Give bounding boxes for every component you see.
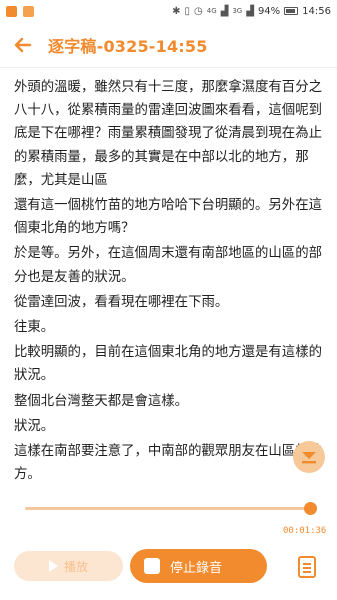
signal-bars-icon: ▟ xyxy=(220,5,229,17)
progress-track[interactable] xyxy=(25,507,310,510)
transcript-paragraph: 狀況。 xyxy=(14,418,55,434)
transcript-paragraph: 外頭的溫暖，雖然只有十三度，那麼拿濕度有百分之八十八，從累積雨量的雷達回波圖來看… xyxy=(14,80,322,188)
notification-orange-icon xyxy=(6,5,17,17)
scroll-down-button[interactable] xyxy=(293,441,325,473)
battery-percent: 94% xyxy=(257,5,281,17)
status-bar-left xyxy=(6,5,34,17)
alarm-icon: ◷ xyxy=(194,5,203,17)
status-bar-right: ✱ ▯ ◷ 4G ▟ 3G ▟ 94% 14:56 xyxy=(172,6,331,17)
4g-signal-icon: 4G xyxy=(206,7,217,15)
3g-signal-icon: 3G xyxy=(232,7,243,15)
elapsed-time: 00:01:36 xyxy=(283,526,327,536)
transcript-paragraph: 從雷達回波，看看現在哪裡在下雨。 xyxy=(14,294,229,310)
progress-thumb[interactable] xyxy=(303,502,317,515)
clock: 14:56 xyxy=(302,5,331,17)
transcript-text[interactable]: 外頭的溫暖，雖然只有十三度，那麼拿濕度有百分之八十八，從累積雨量的雷達回波圖來看… xyxy=(14,76,326,488)
document-icon[interactable] xyxy=(298,556,316,578)
play-button[interactable]: 播放 xyxy=(14,551,123,581)
vibrate-icon: ▯ xyxy=(184,5,191,17)
battery-icon xyxy=(284,7,299,15)
stop-recording-label: 停止錄音 xyxy=(170,560,223,576)
transcript-paragraph: 整個北台灣整天都是會這樣。 xyxy=(14,393,189,409)
play-button-label: 播放 xyxy=(63,559,88,574)
player-panel: 00:01:36 播放 停止錄音 xyxy=(0,488,337,600)
transcript-paragraph: 往東。 xyxy=(14,320,55,336)
bluetooth-icon: ✱ xyxy=(172,5,181,17)
stop-recording-button[interactable]: 停止錄音 xyxy=(130,549,267,583)
play-icon xyxy=(48,560,58,572)
back-arrow-icon[interactable] xyxy=(12,34,34,56)
stop-icon xyxy=(144,558,160,574)
signal-bars-2-icon: ▟ xyxy=(246,5,254,17)
transcript-paragraph: 還有這一個桃竹苗的地方哈哈下台明顯的。另外在這個東北角的地方嗎？ xyxy=(14,198,322,237)
transcript-paragraph: 於是等。另外，在這個周末還有南部地區的山區的部分也是友善的狀況。 xyxy=(14,246,322,285)
transcript-paragraph: 比較明顯的，目前在這個東北角的地方還是有這樣的狀況。 xyxy=(14,345,322,384)
page-title: 逐字稿-0325-14:55 xyxy=(48,36,208,56)
notification-app-icon xyxy=(23,5,34,17)
app-bar: 逐字稿-0325-14:55 xyxy=(0,22,337,68)
scroll-down-icon xyxy=(302,452,316,464)
status-bar: ✱ ▯ ◷ 4G ▟ 3G ▟ 94% 14:56 xyxy=(0,0,337,22)
transcript-paragraph: 這樣在南部要注意了，中南部的觀眾朋友在山區的地方。 xyxy=(14,444,322,483)
